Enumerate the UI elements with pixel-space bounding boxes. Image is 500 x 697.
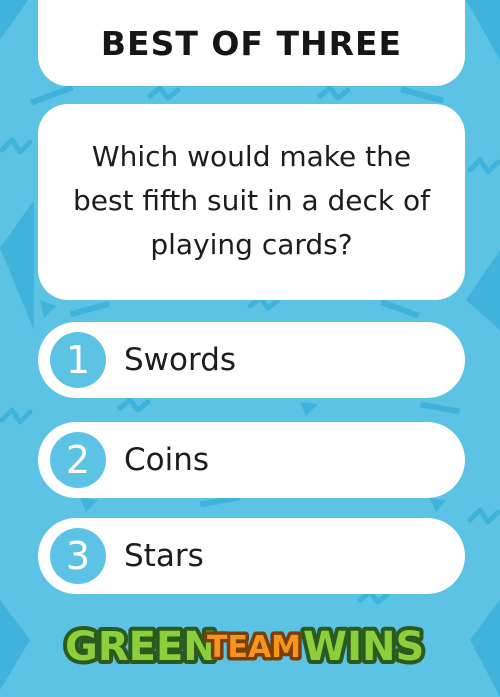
answer-option-1[interactable]: 1 Swords xyxy=(38,322,465,398)
logo-word-team: TEAM xyxy=(207,630,301,665)
answer-number-badge: 1 xyxy=(50,332,106,388)
answer-label: Coins xyxy=(124,442,210,478)
answer-label: Swords xyxy=(124,342,237,378)
logo-word-green: GREEN xyxy=(65,624,217,670)
green-team-wins-logo: GREEN TEAM WINS xyxy=(61,620,428,674)
question-text: Which would make the best fifth suit in … xyxy=(72,140,431,261)
answer-option-3[interactable]: 3 Stars xyxy=(38,518,465,594)
answer-number-badge: 3 xyxy=(50,528,106,584)
question-card: Which would make the best fifth suit in … xyxy=(38,104,465,300)
answer-number-badge: 2 xyxy=(50,432,106,488)
answer-label: Stars xyxy=(124,538,204,574)
title-banner: BEST OF THREE xyxy=(38,0,465,86)
logo-word-wins: WINS xyxy=(303,624,424,670)
card-title: BEST OF THREE xyxy=(100,23,403,63)
answer-option-2[interactable]: 2 Coins xyxy=(38,422,465,498)
